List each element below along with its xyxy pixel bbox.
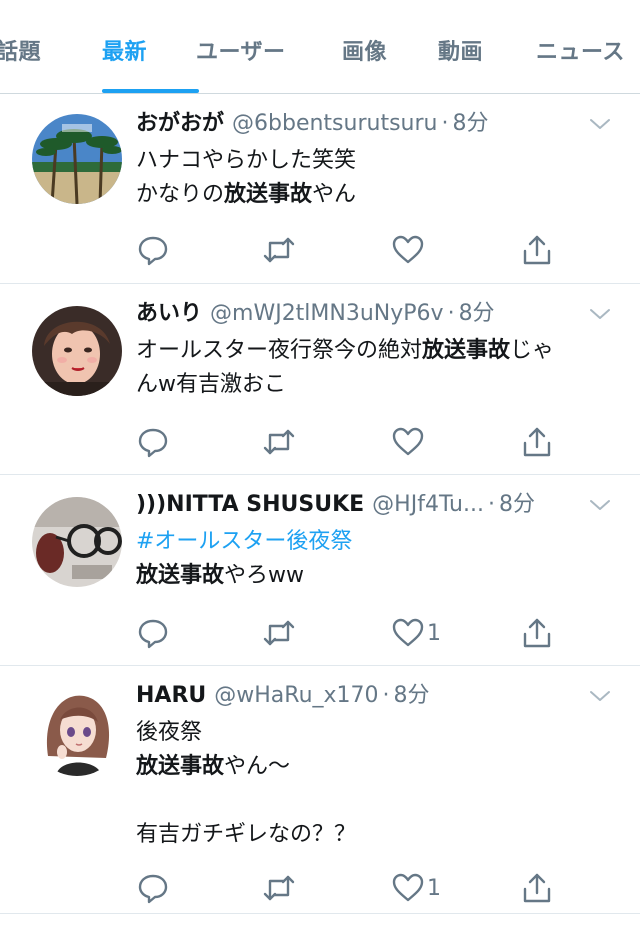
tab-latest[interactable]: 最新 (102, 34, 147, 66)
user-handle[interactable]: @6bbentsurutsuru (232, 111, 437, 136)
tweet-text: #オールスター後夜祭 放送事故やろww (136, 525, 600, 593)
reply-icon (138, 428, 168, 458)
tweet-text: 後夜祭 放送事故やん〜 有吉ガチギレなの？？ (136, 720, 357, 847)
share-icon (523, 618, 551, 648)
like-count: 1 (427, 875, 441, 901)
retweet-icon (263, 237, 295, 263)
heart-icon (392, 427, 424, 456)
tweet-actions (0, 230, 640, 270)
share-button[interactable] (520, 230, 554, 270)
tab-images[interactable]: 画像 (342, 34, 387, 66)
display-name[interactable]: )))NITTA SHUSUKE (136, 492, 364, 517)
active-tab-indicator (102, 89, 199, 93)
share-icon (523, 427, 551, 457)
timestamp: 8分 (452, 111, 489, 136)
retweet-button[interactable] (262, 422, 296, 462)
tweet-actions (0, 422, 640, 462)
tab-news[interactable]: ニュース (536, 34, 625, 66)
tab-videos[interactable]: 動画 (438, 34, 483, 66)
retweet-button[interactable] (262, 230, 296, 270)
hashtag-link[interactable]: #オールスター後夜祭 (136, 525, 600, 559)
timestamp: 8分 (498, 492, 535, 517)
tweet[interactable]: )))NITTA SHUSUKE @HJf4Tu... · 8分 #オールスター後夜祭… (0, 475, 640, 666)
tweet-actions: 1 (0, 613, 640, 653)
timestamp: 8分 (393, 683, 430, 708)
retweet-icon (263, 620, 295, 646)
heart-icon (392, 235, 424, 264)
user-handle[interactable]: @wHaRu_x170 (214, 683, 378, 708)
chevron-down-icon[interactable] (588, 688, 612, 704)
anime-girl-avatar[interactable] (32, 686, 122, 776)
glasses-photo-avatar[interactable] (32, 497, 122, 587)
retweet-button[interactable] (262, 613, 296, 653)
tweet[interactable]: あいり @mWJ2tlMN3uNyP6v · 8分 オールスター夜行祭今の絶対放送事故… (0, 284, 640, 475)
chevron-down-icon[interactable] (588, 497, 612, 513)
retweet-icon (263, 875, 295, 901)
reply-button[interactable] (136, 613, 170, 653)
retweet-button[interactable] (262, 868, 296, 908)
display-name[interactable]: おがおが (136, 111, 224, 136)
reply-button[interactable] (136, 230, 170, 270)
user-handle[interactable]: @mWJ2tlMN3uNyP6v (210, 301, 444, 326)
palm-trees-beach-avatar[interactable] (32, 114, 122, 204)
heart-icon (392, 873, 424, 902)
like-button[interactable] (391, 230, 427, 270)
share-icon (523, 235, 551, 265)
share-button[interactable] (520, 613, 554, 653)
tweet-actions: 1 (0, 868, 640, 908)
separator-dot: · (447, 301, 455, 326)
tab-trending[interactable]: 話題 (0, 34, 41, 66)
like-button[interactable]: 1 (391, 868, 441, 908)
tweet-header: HARU @wHaRu_x170 · 8分 (136, 682, 580, 710)
reply-icon (138, 236, 168, 266)
heart-icon (392, 618, 424, 647)
user-handle[interactable]: @HJf4Tu... (372, 492, 484, 517)
separator-dot: · (382, 683, 390, 708)
reply-icon (138, 874, 168, 904)
like-button[interactable] (391, 422, 427, 462)
search-tab-bar: 話題 最新 ユーザー 画像 動画 ニュース (0, 0, 640, 94)
reply-button[interactable] (136, 868, 170, 908)
reply-icon (138, 619, 168, 649)
like-count: 1 (427, 620, 441, 646)
tweet-header: おがおが @6bbentsurutsuru · 8分 (136, 110, 580, 138)
tweet[interactable]: おがおが @6bbentsurutsuru · 8分 ハナコやらかした笑笑 かなりの放… (0, 94, 640, 284)
display-name[interactable]: HARU (136, 683, 206, 708)
chevron-down-icon[interactable] (588, 306, 612, 322)
reply-button[interactable] (136, 422, 170, 462)
timestamp: 8分 (458, 301, 495, 326)
tweet[interactable]: HARU @wHaRu_x170 · 8分 後夜祭 放送事故やん〜 有吉ガチギレなの？… (0, 666, 640, 914)
share-button[interactable] (520, 422, 554, 462)
share-icon (523, 873, 551, 903)
display-name[interactable]: あいり (136, 301, 202, 326)
tweet-header: )))NITTA SHUSUKE @HJf4Tu... · 8分 (136, 491, 580, 519)
tab-users[interactable]: ユーザー (196, 34, 286, 66)
share-button[interactable] (520, 868, 554, 908)
chevron-down-icon[interactable] (588, 116, 612, 132)
like-button[interactable]: 1 (391, 613, 441, 653)
tweet-text: オールスター夜行祭今の絶対放送事故じゃ んw有吉激おこ (136, 338, 555, 397)
separator-dot: · (441, 111, 449, 136)
separator-dot: · (487, 492, 495, 517)
tweet-text: ハナコやらかした笑笑 かなりの放送事故やん (136, 148, 357, 207)
tweet-header: あいり @mWJ2tlMN3uNyP6v · 8分 (136, 300, 580, 328)
retweet-icon (263, 429, 295, 455)
woman-portrait-avatar[interactable] (32, 306, 122, 396)
